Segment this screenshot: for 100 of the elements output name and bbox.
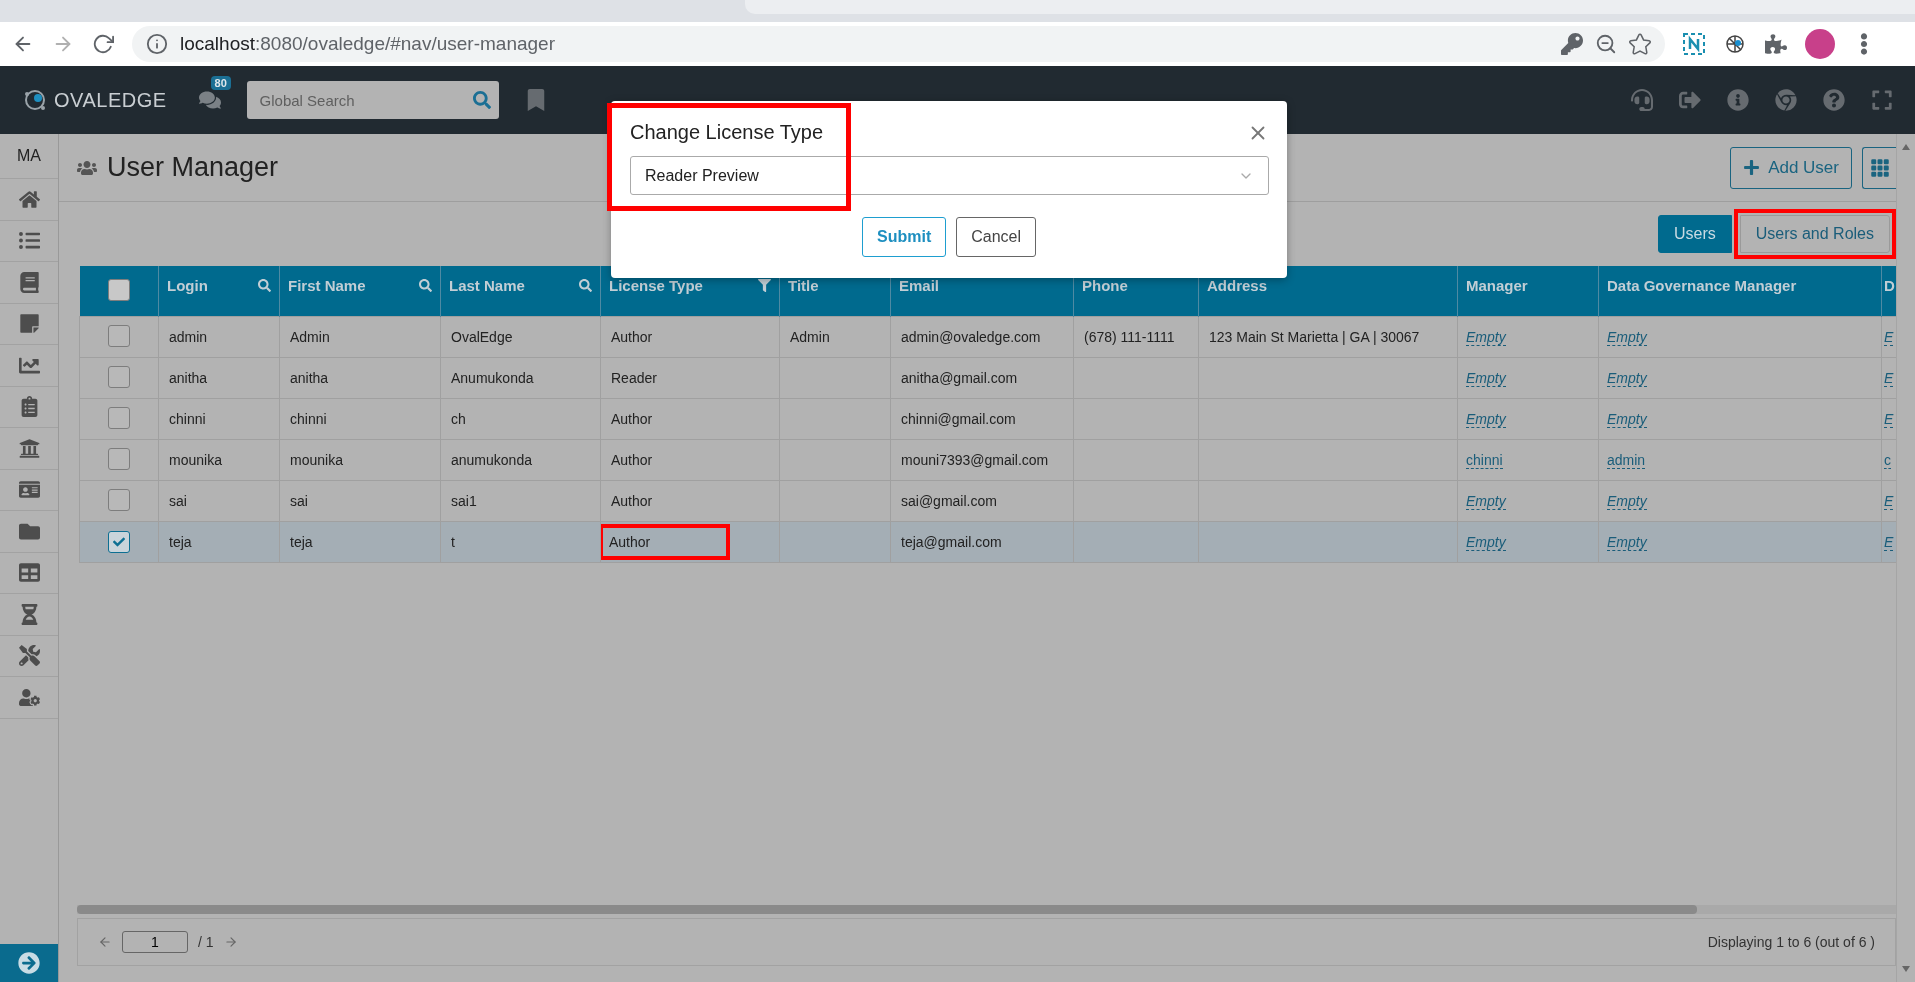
search-icon[interactable] <box>579 278 592 292</box>
column-header[interactable]: License Type <box>609 276 703 294</box>
cell-text: chinni <box>289 410 328 429</box>
expand-icon[interactable] <box>1871 89 1893 111</box>
arrow-right-icon <box>18 952 40 974</box>
cell-text: admin@ovaledge.com <box>900 328 1042 347</box>
row-checkbox[interactable] <box>108 324 130 347</box>
empty-link[interactable]: Empty <box>1607 411 1647 428</box>
view-tab[interactable]: Users <box>1657 215 1732 253</box>
cell-text: teja@gmail.com <box>900 533 1003 552</box>
cell-text: t <box>450 533 456 552</box>
view-tab[interactable]: Users and Roles <box>1739 215 1890 253</box>
cell-text: Admin <box>289 328 331 347</box>
cell-text: admin <box>168 328 209 347</box>
empty-link[interactable]: Empty <box>1466 329 1506 346</box>
empty-link[interactable]: Empty <box>1466 411 1506 428</box>
row-checkbox[interactable] <box>108 447 130 470</box>
cell-text: teja <box>168 533 193 552</box>
puzzle-icon[interactable] <box>1765 33 1787 55</box>
user-link[interactable]: chinni <box>1466 452 1503 469</box>
check-icon <box>113 536 125 548</box>
cell-text: mounika <box>168 451 223 470</box>
select-all-checkbox[interactable] <box>107 278 130 301</box>
extension-icon[interactable] <box>1683 33 1705 55</box>
scroll-down-icon[interactable] <box>1902 966 1910 972</box>
cell-text: sai1 <box>450 492 478 511</box>
page-number-field[interactable]: 1 <box>122 931 188 953</box>
dialog-title: Change License Type <box>630 121 824 144</box>
info-icon[interactable] <box>146 33 168 55</box>
search-icon[interactable] <box>258 278 271 292</box>
filter-icon[interactable] <box>758 278 771 292</box>
cell-text: Author <box>610 451 654 470</box>
submit-button[interactable]: Submit <box>862 217 947 257</box>
empty-link[interactable]: Empty <box>1607 534 1647 551</box>
cell-text: anumukonda <box>450 451 533 470</box>
search-icon[interactable] <box>419 278 432 292</box>
user-link[interactable]: admin <box>1607 452 1646 469</box>
scroll-up-icon[interactable] <box>1902 144 1910 150</box>
empty-link[interactable]: Empty <box>1607 370 1647 387</box>
cell-text: mounika <box>289 451 344 470</box>
column-header[interactable]: Manager <box>1466 276 1528 294</box>
headset-icon[interactable] <box>1631 89 1653 111</box>
empty-link[interactable]: Empty <box>1466 370 1506 387</box>
column-header[interactable]: Last Name <box>449 276 525 294</box>
avatar-icon[interactable] <box>1805 29 1835 59</box>
cell-text: anitha <box>289 369 330 388</box>
reload-icon[interactable] <box>92 33 114 55</box>
expand-sidebar-button[interactable] <box>0 944 58 982</box>
empty-link[interactable]: Empty <box>1466 493 1506 510</box>
empty-link[interactable]: Empty <box>1466 534 1506 551</box>
cell-text: Author <box>610 410 654 429</box>
comments-icon[interactable] <box>198 89 221 111</box>
info-icon[interactable] <box>1727 89 1749 111</box>
previous-page-icon[interactable] <box>98 935 112 949</box>
user-initials[interactable]: MA <box>0 134 58 179</box>
logo-text: OVALEDGE <box>54 88 167 112</box>
zoom-out-icon[interactable] <box>1595 33 1617 55</box>
sign-out-icon[interactable] <box>1679 89 1701 111</box>
cell-text: (678) 111-1111 <box>1083 328 1176 347</box>
url-text[interactable]: localhost:8080/ovaledge/#nav/user-manager <box>180 33 555 55</box>
next-page-icon[interactable] <box>223 935 238 949</box>
cell-text: 123 Main St Marietta | GA | 30067 <box>1208 328 1421 347</box>
search-icon[interactable] <box>472 91 491 109</box>
chrome-icon[interactable] <box>1775 89 1797 111</box>
cell-text: Reader <box>610 369 658 388</box>
row-checkbox[interactable] <box>108 365 130 388</box>
column-header[interactable]: Title <box>788 276 819 294</box>
cell-text: Author <box>610 328 654 347</box>
grid-icon <box>1869 157 1890 178</box>
empty-link[interactable]: Empty <box>1607 493 1647 510</box>
license-type-select[interactable]: Reader Preview <box>630 156 1269 195</box>
star-icon[interactable] <box>1629 33 1651 55</box>
cell-text: teja <box>289 533 314 552</box>
cancel-button[interactable]: Cancel <box>956 217 1036 257</box>
user-link[interactable]: c <box>1884 452 1891 469</box>
cell-text: ch <box>450 410 467 429</box>
column-header[interactable]: First Name <box>288 276 366 294</box>
row-checkbox[interactable] <box>108 488 130 511</box>
key-icon[interactable] <box>1561 33 1583 55</box>
empty-link[interactable]: Empty <box>1607 329 1647 346</box>
column-header[interactable]: Address <box>1207 276 1268 294</box>
cell-text: anitha@gmail.com <box>900 369 1019 388</box>
cell-text: chinni <box>168 410 207 429</box>
column-header[interactable]: Login <box>167 276 208 294</box>
cell-text: OvalEdge <box>450 328 514 347</box>
global-search-field[interactable]: Global Search <box>246 81 499 119</box>
row-checkbox[interactable] <box>108 531 130 553</box>
cell-text: Anumukonda <box>450 369 535 388</box>
column-header[interactable]: Phone <box>1082 276 1128 294</box>
row-checkbox[interactable] <box>108 406 130 429</box>
cell-text: sai@gmail.com <box>900 492 998 511</box>
column-header[interactable]: Email <box>899 276 940 294</box>
vertical-scrollbar[interactable] <box>1896 134 1915 982</box>
cell-text: chinni@gmail.com <box>900 410 1017 429</box>
plus-icon <box>1743 159 1761 176</box>
help-icon[interactable] <box>1823 89 1845 111</box>
cell-text: Author <box>601 524 731 560</box>
add-user-button[interactable]: Add User <box>1730 146 1852 189</box>
horizontal-scrollbar[interactable] <box>77 905 1896 914</box>
network-icon[interactable] <box>1723 32 1747 56</box>
